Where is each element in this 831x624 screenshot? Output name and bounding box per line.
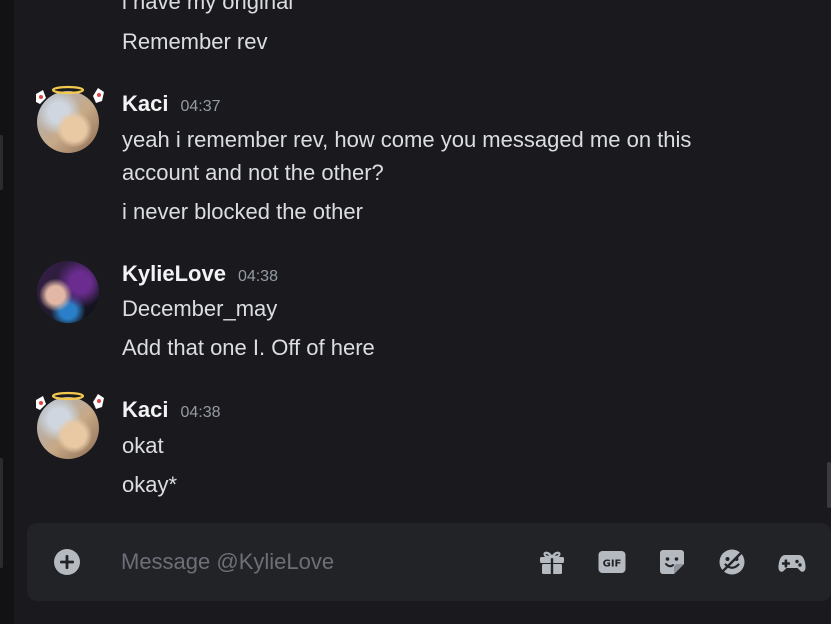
message-list[interactable]: i have my original Remember rev Kaci 04:… xyxy=(14,0,831,520)
left-strip-marker xyxy=(0,135,3,190)
timestamp: 04:38 xyxy=(180,404,221,421)
gift-icon[interactable] xyxy=(537,547,567,577)
chat-window: i have my original Remember rev Kaci 04:… xyxy=(0,0,831,624)
timestamp: 04:37 xyxy=(180,98,221,115)
message-header: KylieLove 04:38 xyxy=(122,261,278,287)
gif-label: GIF xyxy=(603,559,622,570)
message-composer: Message @KylieLove GIF xyxy=(27,523,831,601)
timestamp: 04:38 xyxy=(237,268,278,285)
message-text: i have my original xyxy=(122,0,294,14)
message-text: yeah i remember rev, how come you messag… xyxy=(122,127,692,152)
plus-circle-icon[interactable] xyxy=(53,548,81,576)
sticker-icon[interactable] xyxy=(657,547,687,577)
avatar[interactable] xyxy=(37,397,99,459)
gif-icon[interactable]: GIF xyxy=(597,547,627,577)
message-input[interactable]: Message @KylieLove xyxy=(121,545,334,579)
left-strip-marker xyxy=(0,458,3,568)
message-text: account and not the other? xyxy=(122,160,384,185)
avatar[interactable] xyxy=(37,261,99,323)
message-text: okay* xyxy=(122,472,178,497)
gamepad-icon[interactable] xyxy=(777,547,807,577)
username[interactable]: KylieLove xyxy=(122,261,226,287)
message-text: okat xyxy=(122,433,164,458)
username[interactable]: Kaci xyxy=(122,397,168,423)
message-text: December_may xyxy=(122,296,278,321)
message-text: Remember rev xyxy=(122,29,268,54)
message-text: i never blocked the other xyxy=(122,199,363,224)
scrollbar-thumb[interactable] xyxy=(827,462,831,508)
avatar[interactable] xyxy=(37,91,99,153)
left-divider xyxy=(0,0,14,624)
message-header: Kaci 04:37 xyxy=(122,91,221,117)
username[interactable]: Kaci xyxy=(122,91,168,117)
emoji-icon[interactable] xyxy=(717,547,747,577)
message-header: Kaci 04:38 xyxy=(122,397,221,423)
message-text: Add that one I. Off of here xyxy=(122,335,375,360)
